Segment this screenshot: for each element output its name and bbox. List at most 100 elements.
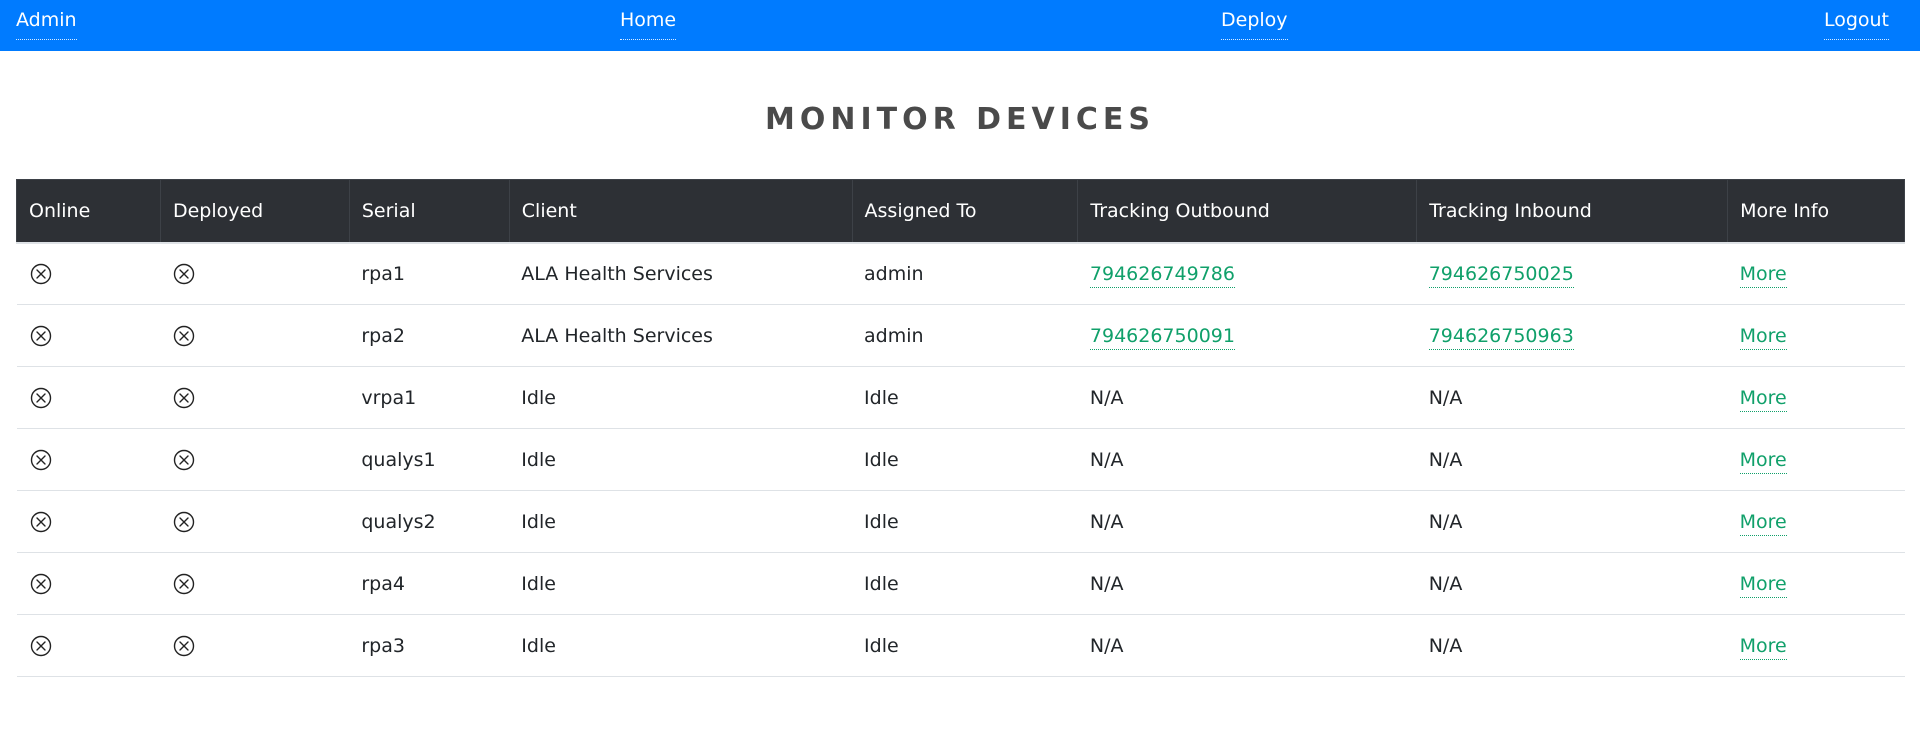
more-info-link[interactable]: More	[1739, 510, 1787, 536]
column-header-tracking-outbound: Tracking Outbound	[1077, 179, 1418, 243]
table-header: Online Deployed Serial Client Assigned T…	[16, 179, 1905, 243]
client-cell: Idle	[509, 552, 853, 615]
page-title: MONITOR DEVICES	[764, 102, 1156, 137]
deployed-cell	[160, 428, 350, 491]
offline-circle-x-icon	[29, 572, 53, 596]
offline-circle-x-icon	[29, 448, 53, 472]
tracking-outbound-cell: 794626749786	[1077, 241, 1417, 305]
tracking-inbound-cell: N/A	[1416, 614, 1728, 677]
tracking-outbound-cell: 794626750091	[1077, 304, 1417, 367]
header-row: Online Deployed Serial Client Assigned T…	[16, 179, 1905, 243]
offline-circle-x-icon	[29, 386, 53, 410]
deployed-cell	[160, 552, 350, 615]
column-header-client: Client	[508, 179, 853, 243]
deployed-cell	[160, 366, 350, 429]
more-info-cell: More	[1727, 614, 1905, 677]
column-header-serial: Serial	[348, 179, 510, 243]
column-header-deployed: Deployed	[159, 179, 350, 243]
online-cell	[16, 552, 161, 615]
nav-deploy-link[interactable]: Deploy	[1221, 9, 1288, 40]
not-deployed-circle-x-icon	[172, 324, 196, 348]
not-deployed-circle-x-icon	[172, 262, 196, 286]
offline-circle-x-icon	[29, 262, 53, 286]
table-row: qualys2 Idle Idle N/A N/A More	[16, 490, 1905, 553]
serial-cell: qualys2	[349, 490, 510, 553]
tracking-outbound-cell: N/A	[1077, 552, 1417, 615]
table-row: rpa1 ALA Health Services admin 794626749786…	[16, 241, 1905, 305]
offline-circle-x-icon	[29, 634, 53, 658]
more-info-link[interactable]: More	[1739, 572, 1787, 598]
more-info-cell: More	[1727, 366, 1905, 429]
column-header-tracking-inbound: Tracking Inbound	[1416, 179, 1729, 243]
not-deployed-circle-x-icon	[172, 448, 196, 472]
tracking-outbound-cell: N/A	[1077, 428, 1417, 491]
tracking-inbound-link[interactable]: 794626750963	[1428, 324, 1574, 350]
online-cell	[16, 366, 161, 429]
tracking-inbound-cell: N/A	[1416, 366, 1728, 429]
column-header-assigned-to: Assigned To	[851, 179, 1079, 243]
tracking-inbound-cell: N/A	[1416, 428, 1728, 491]
deployed-cell	[160, 304, 350, 367]
nav-admin-link[interactable]: Admin	[16, 9, 77, 40]
assigned-to-cell: Idle	[852, 428, 1078, 491]
more-info-link[interactable]: More	[1739, 634, 1787, 660]
table-row: rpa3 Idle Idle N/A N/A More	[16, 614, 1905, 677]
tracking-outbound-link[interactable]: 794626750091	[1089, 324, 1235, 350]
more-info-link[interactable]: More	[1739, 324, 1787, 350]
online-cell	[16, 304, 161, 367]
online-cell	[16, 241, 161, 305]
nav-logout-link[interactable]: Logout	[1823, 9, 1889, 40]
serial-cell: rpa3	[349, 614, 510, 677]
table-row: qualys1 Idle Idle N/A N/A More	[16, 428, 1905, 491]
client-cell: Idle	[509, 490, 853, 553]
not-deployed-circle-x-icon	[172, 386, 196, 410]
tracking-inbound-cell: 794626750025	[1416, 241, 1728, 305]
client-cell: Idle	[509, 614, 853, 677]
top-navbar: Admin Home Deploy Logout	[0, 0, 1920, 51]
more-info-cell: More	[1727, 428, 1905, 491]
offline-circle-x-icon	[29, 324, 53, 348]
tracking-outbound-cell: N/A	[1077, 614, 1417, 677]
more-info-link[interactable]: More	[1739, 448, 1787, 474]
offline-circle-x-icon	[29, 510, 53, 534]
assigned-to-cell: admin	[852, 304, 1078, 367]
not-deployed-circle-x-icon	[172, 510, 196, 534]
more-info-cell: More	[1727, 241, 1905, 305]
more-info-link[interactable]: More	[1739, 386, 1787, 412]
tracking-inbound-cell: N/A	[1416, 490, 1728, 553]
serial-cell: qualys1	[349, 428, 510, 491]
column-header-online: Online	[16, 179, 161, 243]
client-cell: ALA Health Services	[509, 304, 853, 367]
table-row: vrpa1 Idle Idle N/A N/A More	[16, 366, 1905, 429]
serial-cell: rpa2	[349, 304, 510, 367]
client-cell: Idle	[509, 366, 853, 429]
online-cell	[16, 428, 161, 491]
serial-cell: rpa1	[349, 241, 510, 305]
more-info-cell: More	[1727, 304, 1905, 367]
table-row: rpa4 Idle Idle N/A N/A More	[16, 552, 1905, 615]
nav-home-link[interactable]: Home	[620, 9, 677, 40]
deployed-cell	[160, 490, 350, 553]
more-info-link[interactable]: More	[1739, 262, 1787, 288]
not-deployed-circle-x-icon	[172, 634, 196, 658]
tracking-inbound-cell: N/A	[1416, 552, 1728, 615]
column-header-more-info: More Info	[1727, 179, 1905, 243]
assigned-to-cell: Idle	[852, 490, 1078, 553]
client-cell: Idle	[509, 428, 853, 491]
online-cell	[16, 614, 161, 677]
tracking-outbound-cell: N/A	[1077, 366, 1417, 429]
serial-cell: vrpa1	[349, 366, 510, 429]
tracking-outbound-link[interactable]: 794626749786	[1089, 262, 1235, 288]
table-body: rpa1 ALA Health Services admin 794626749786…	[16, 241, 1905, 677]
client-cell: ALA Health Services	[509, 241, 853, 305]
tracking-inbound-link[interactable]: 794626750025	[1428, 262, 1574, 288]
assigned-to-cell: Idle	[852, 614, 1078, 677]
assigned-to-cell: Idle	[852, 366, 1078, 429]
tracking-inbound-cell: 794626750963	[1416, 304, 1728, 367]
assigned-to-cell: admin	[852, 241, 1078, 305]
not-deployed-circle-x-icon	[172, 572, 196, 596]
assigned-to-cell: Idle	[852, 552, 1078, 615]
table-row: rpa2 ALA Health Services admin 794626750091…	[16, 304, 1905, 367]
more-info-cell: More	[1727, 490, 1905, 553]
more-info-cell: More	[1727, 552, 1905, 615]
